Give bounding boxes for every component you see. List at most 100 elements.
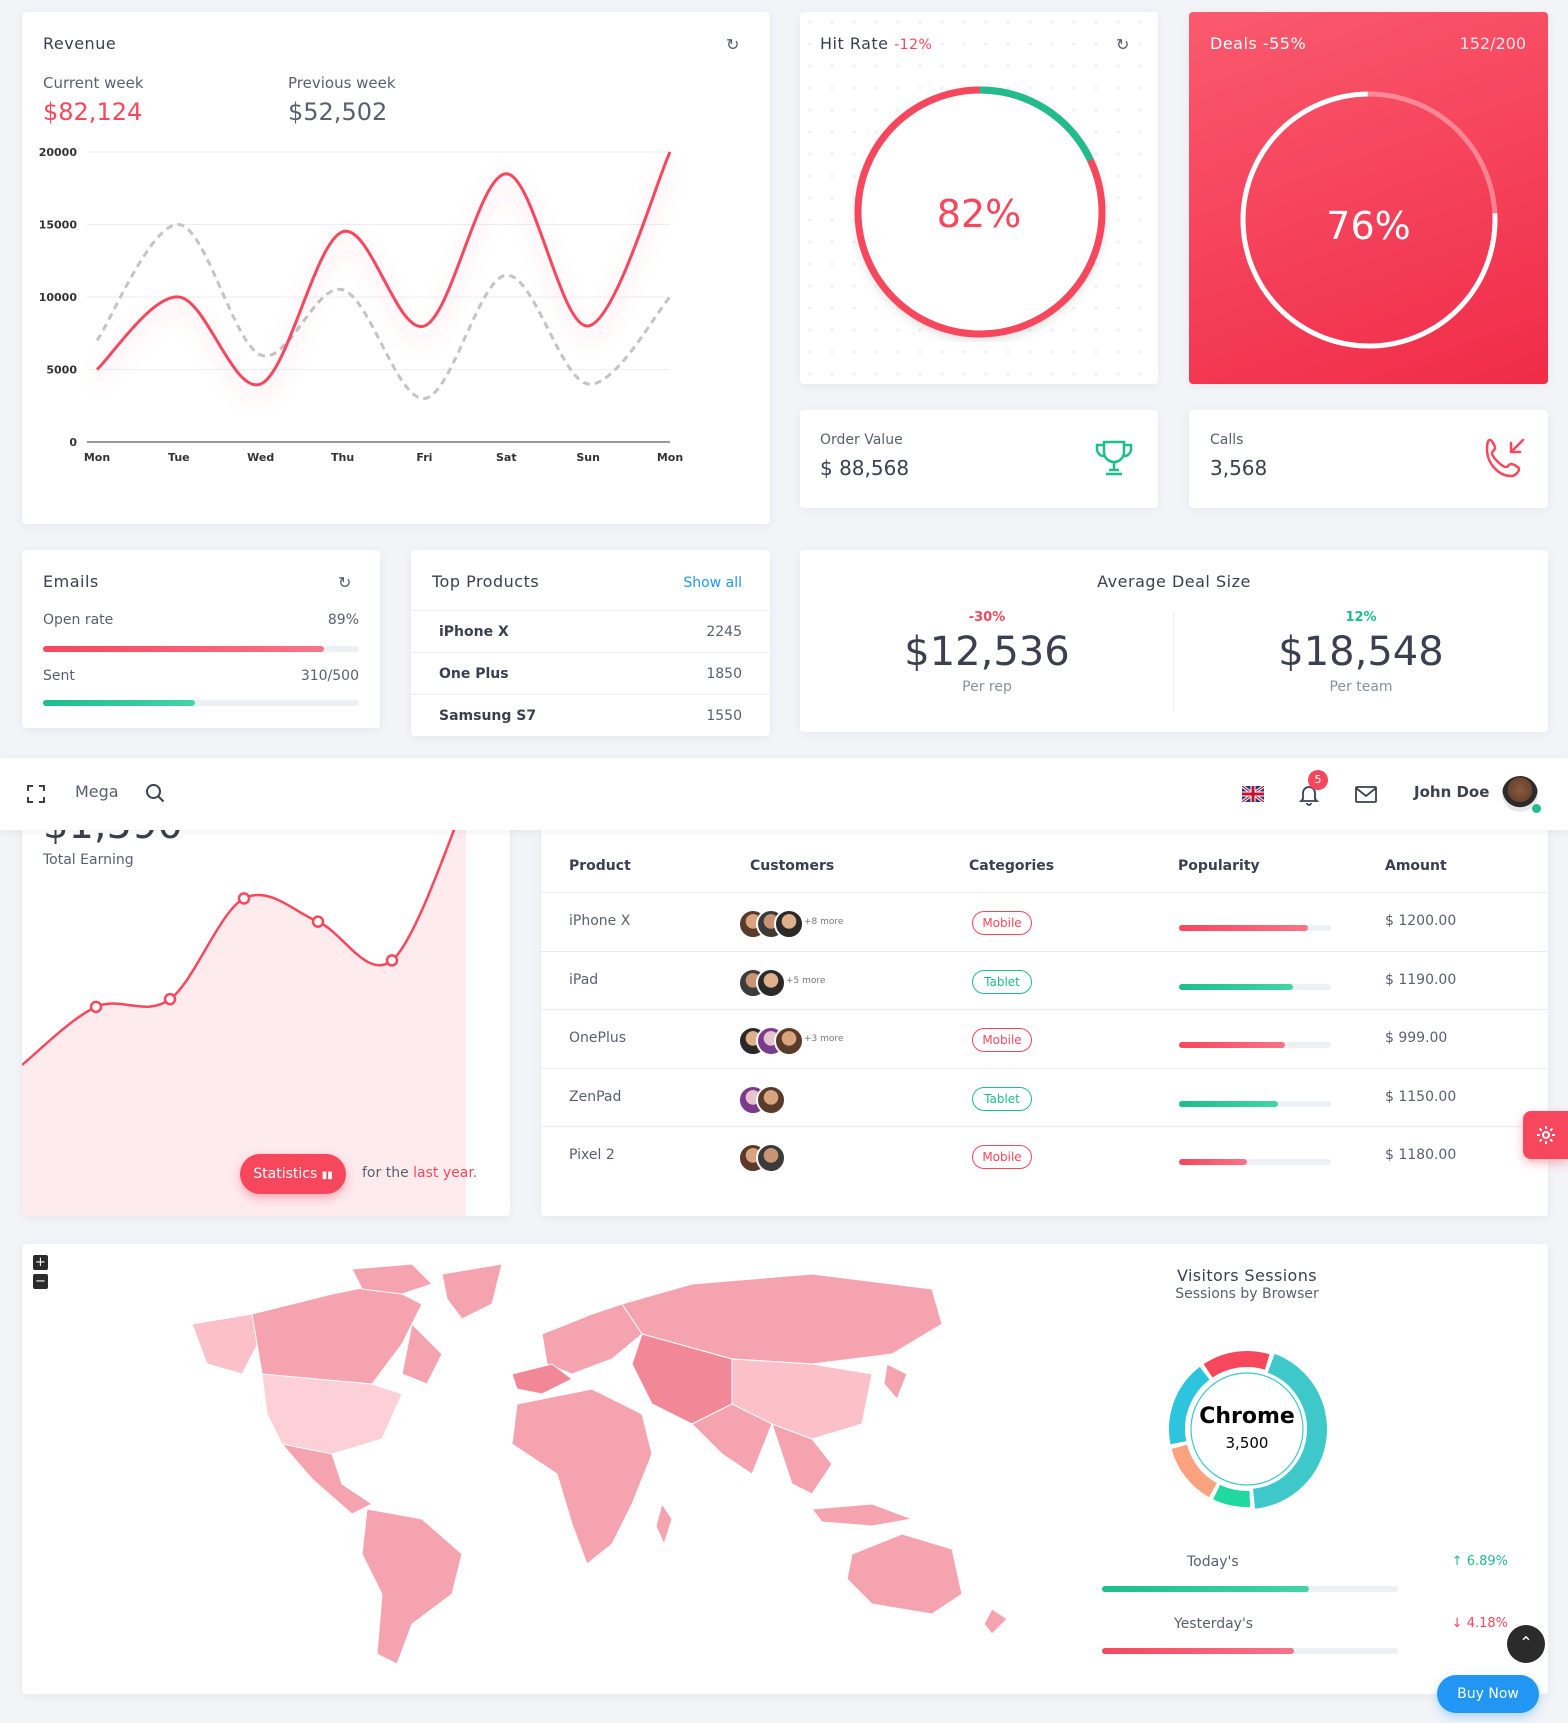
donut-segment (1203, 1351, 1270, 1378)
table-row[interactable]: Pixel 2 Mobile $ 1180.00 (541, 1126, 1548, 1185)
today-bar-fill (1102, 1586, 1310, 1592)
refresh-icon[interactable]: ↻ (1116, 37, 1132, 53)
x-tick-label: Mon (84, 451, 110, 464)
yesterday-bar-fill (1102, 1648, 1295, 1654)
product-name: iPhone X (569, 913, 631, 929)
avatar (774, 1026, 804, 1056)
y-tick-label: 5000 (46, 364, 77, 377)
sent-bar-fill (43, 700, 195, 706)
yesterday-change: ↓ 4.18% (1451, 1616, 1508, 1631)
donut-inner-ring (1190, 1372, 1304, 1486)
category-badge: Tablet (972, 969, 1032, 994)
settings-button[interactable] (1523, 1111, 1568, 1159)
zoom-in-button[interactable]: + (33, 1255, 48, 1270)
avatar (774, 909, 804, 939)
open-rate-label: Open rate (43, 612, 114, 628)
column-header-categories[interactable]: Categories (969, 858, 1054, 874)
deals-count: 152/200 (1459, 34, 1526, 53)
current-week-line (95, 151, 672, 387)
refresh-icon[interactable]: ↻ (338, 575, 354, 591)
hit-rate-label: Hit Rate -12% (820, 34, 933, 53)
gear-icon (1537, 1126, 1555, 1144)
mega-menu-link[interactable]: Mega (75, 782, 119, 801)
top-product-row[interactable]: One Plus 1850 (411, 652, 770, 695)
per-team-value: $18,548 (1278, 629, 1444, 675)
amount: $ 1190.00 (1385, 971, 1457, 988)
total-earning-card: $1,590 Total Earning Statistics ▮▮ for t… (22, 790, 510, 1216)
refresh-icon[interactable]: ↻ (726, 37, 742, 53)
table-row[interactable]: OnePlus +3 more Mobile $ 999.00 (541, 1009, 1548, 1068)
donut-segment (1213, 1484, 1251, 1507)
x-tick-label: Thu (331, 451, 354, 464)
category-badge: Mobile (972, 1028, 1032, 1052)
per-rep-change: -30% (968, 610, 1006, 625)
visitors-title: Visitors Sessions (1176, 1266, 1318, 1285)
per-rep-value: $12,536 (904, 629, 1070, 675)
user-name[interactable]: John Doe (1414, 783, 1489, 801)
world-map (191, 1264, 1008, 1665)
top-product-value: 1550 (706, 708, 742, 724)
earning-note: for the last year. (362, 1165, 478, 1181)
order-value-label: Order Value (820, 432, 903, 448)
earning-point (311, 915, 325, 928)
deals-card: Deals -55% 152/200 76% (1189, 12, 1548, 384)
statistics-button[interactable]: Statistics ▮▮ (240, 1154, 346, 1194)
popularity-bar-fill (1179, 1100, 1278, 1107)
today-bar (1102, 1586, 1398, 1592)
y-tick-label: 0 (69, 436, 77, 449)
search-icon[interactable] (145, 783, 165, 803)
popularity-bar-fill (1179, 1042, 1286, 1048)
fullscreen-icon[interactable] (27, 785, 45, 803)
popularity-bar-fill (1179, 983, 1293, 990)
emails-card: Emails ↻ Open rate 89% Sent 310/500 (22, 550, 380, 728)
buy-now-button[interactable]: Buy Now (1437, 1675, 1539, 1713)
online-status-dot (1531, 803, 1542, 814)
today-change: ↑ 6.89% (1451, 1554, 1508, 1569)
hit-rate-change: -12% (894, 37, 933, 53)
mail-icon[interactable] (1355, 786, 1377, 803)
phone-incoming-icon (1485, 438, 1525, 478)
earning-point (385, 954, 399, 967)
column-header-customers[interactable]: Customers (750, 858, 834, 874)
current-week-label: Current week (43, 74, 144, 92)
calls-card: Calls 3,568 (1189, 410, 1548, 508)
popularity-bar (1179, 1159, 1331, 1165)
column-header-amount[interactable]: Amount (1385, 858, 1447, 874)
show-all-link[interactable]: Show all (683, 575, 742, 591)
column-header-product[interactable]: Product (569, 858, 631, 874)
table-row[interactable]: ZenPad Tablet $ 1150.00 (541, 1067, 1548, 1127)
amount: $ 1200.00 (1385, 913, 1457, 929)
earning-point (163, 992, 177, 1006)
top-product-row[interactable]: iPhone X 2245 (411, 610, 770, 653)
top-product-row[interactable]: Samsung S7 1550 (411, 694, 770, 736)
per-team-label: Per team (1329, 679, 1393, 695)
donut-value: 3,500 (1225, 1434, 1269, 1452)
zoom-out-button[interactable]: − (33, 1274, 48, 1289)
donut-label: Chrome (1199, 1404, 1295, 1429)
top-navbar: Mega 5 John Doe (0, 758, 1568, 830)
per-rep-block: -30% $12,536 Per rep (800, 610, 1174, 695)
table-row[interactable]: iPhone X +8 more Mobile $ 1200.00 (541, 892, 1548, 951)
amount: $ 1150.00 (1385, 1088, 1457, 1105)
uk-flag-icon[interactable] (1242, 786, 1264, 802)
earning-point (237, 892, 251, 905)
top-product-name: Samsung S7 (439, 708, 537, 724)
column-header-popularity[interactable]: Popularity (1178, 858, 1260, 874)
scroll-top-button[interactable]: ⌃ (1507, 1625, 1545, 1663)
sent-value: 310/500 (300, 668, 359, 684)
previous-week-label: Previous week (288, 74, 396, 92)
bar-chart-icon: ▮▮ (321, 1170, 333, 1181)
avatar (756, 967, 786, 998)
table-row[interactable]: iPad +5 more Tablet $ 1190.00 (541, 950, 1548, 1010)
avatar (756, 1143, 786, 1173)
revenue-title: Revenue (43, 34, 117, 53)
popularity-bar (1179, 983, 1331, 990)
amount: $ 999.00 (1385, 1030, 1448, 1046)
deals-label: Deals -55% (1210, 34, 1307, 53)
calls-label: Calls (1210, 432, 1244, 448)
product-name: iPad (569, 971, 599, 988)
yesterday-label: Yesterday's (1174, 1616, 1254, 1632)
top-products-card: Top Products Show all iPhone X 2245 One … (411, 550, 770, 736)
deals-value: 76% (1326, 204, 1411, 248)
yesterday-bar (1102, 1648, 1398, 1654)
